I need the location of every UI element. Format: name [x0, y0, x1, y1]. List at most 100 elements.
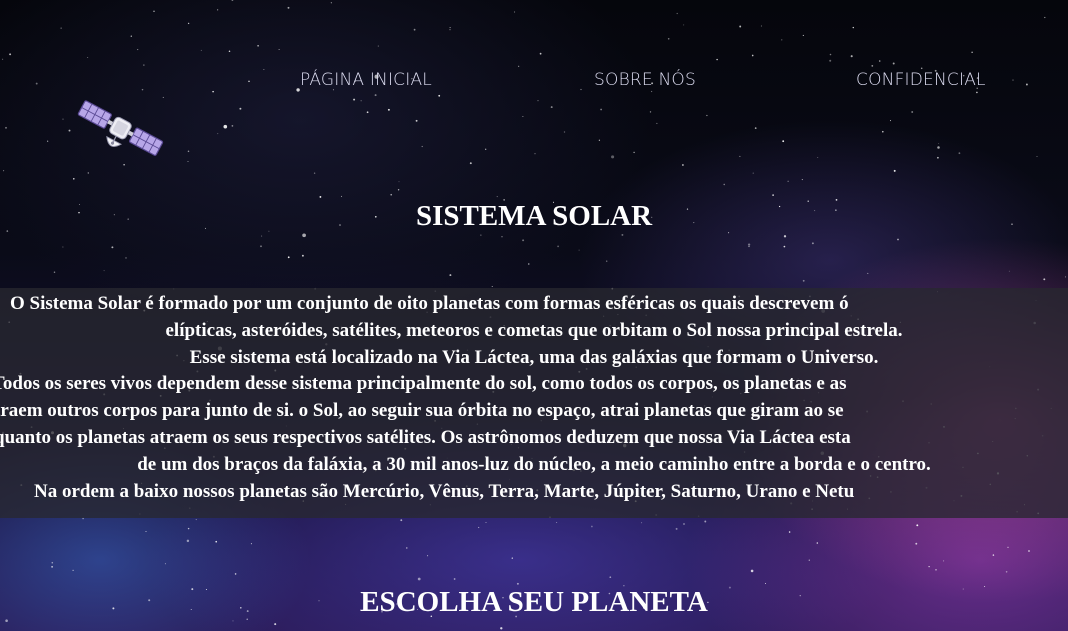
star: [397, 189, 400, 191]
star: [87, 172, 90, 174]
star: [449, 27, 451, 29]
star: [676, 12, 678, 15]
star: [2, 58, 4, 60]
star: [752, 172, 754, 174]
star: [387, 108, 390, 111]
intro-line: elípticas, asteróides, satélites, meteor…: [165, 320, 903, 341]
star: [330, 2, 332, 4]
star: [1008, 270, 1010, 272]
nav-link-about[interactable]: SOBRE NÓS: [594, 70, 696, 90]
star: [228, 50, 231, 52]
star: [1007, 546, 1009, 548]
star: [867, 272, 869, 274]
star: [62, 118, 64, 120]
star: [5, 619, 8, 622]
star: [302, 233, 306, 238]
star: [892, 62, 895, 65]
star: [360, 100, 362, 102]
satellite-logo[interactable]: [72, 98, 168, 160]
star: [398, 181, 400, 183]
star: [453, 578, 456, 580]
star: [287, 6, 290, 9]
star: [782, 140, 785, 143]
star: [788, 531, 791, 533]
star: [480, 234, 482, 236]
star: [621, 233, 624, 236]
star: [897, 238, 899, 241]
star: [514, 11, 516, 13]
star: [716, 58, 718, 61]
star: [811, 242, 814, 245]
star: [649, 111, 652, 113]
star: [748, 246, 750, 248]
star: [937, 146, 940, 149]
star: [5, 126, 7, 129]
star: [1043, 278, 1046, 281]
star: [600, 108, 602, 111]
star: [675, 527, 678, 530]
star: [852, 26, 854, 29]
nav-link-home[interactable]: PÁGINA INICIAL: [300, 70, 432, 90]
star: [765, 583, 766, 584]
star: [390, 193, 393, 196]
star: [164, 563, 166, 565]
intro-line: de um dos braços da faláxia, a 30 mil an…: [137, 454, 931, 475]
nav-link-confidential[interactable]: CONFIDENCIAL: [856, 70, 986, 90]
star: [215, 540, 217, 543]
star: [130, 35, 132, 37]
main-navigation: PÁGINA INICIAL SOBRE NÓS CONFIDENCIAL: [0, 70, 1068, 96]
star: [187, 527, 190, 530]
star: [516, 582, 519, 585]
star: [195, 519, 197, 521]
star: [522, 116, 524, 118]
star: [478, 526, 480, 529]
star: [496, 196, 498, 198]
star: [829, 59, 832, 62]
star: [217, 9, 219, 11]
star: [522, 239, 525, 242]
star: [313, 172, 316, 174]
star: [319, 195, 322, 198]
star: [239, 107, 242, 110]
star: [377, 45, 379, 47]
star: [915, 542, 918, 545]
star: [937, 156, 939, 159]
star: [421, 145, 423, 148]
star: [739, 155, 741, 157]
star: [1065, 276, 1067, 278]
page-title: SISTEMA SOLAR: [415, 200, 653, 232]
star: [802, 279, 805, 282]
star: [537, 99, 539, 102]
star: [772, 194, 774, 196]
star: [958, 152, 961, 155]
star: [485, 522, 487, 524]
star: [928, 565, 930, 568]
star: [534, 153, 536, 155]
star: [3, 170, 5, 172]
star: [123, 164, 125, 166]
star: [491, 286, 493, 287]
star: [500, 627, 503, 630]
star: [73, 178, 75, 180]
star: [111, 246, 114, 249]
star: [550, 106, 553, 109]
star: [62, 246, 64, 248]
star: [60, 27, 62, 29]
intro-line: traem outros corpos para junto de si. o …: [0, 400, 844, 421]
star: [353, 98, 356, 101]
star: [578, 249, 580, 251]
star: [186, 539, 190, 543]
intro-line: Esse sistema está localizado na Via Láct…: [189, 347, 879, 368]
star: [783, 245, 786, 248]
star: [609, 576, 612, 579]
star: [829, 53, 832, 56]
star: [871, 64, 874, 67]
star: [72, 569, 74, 572]
star: [406, 547, 408, 549]
star: [51, 565, 54, 568]
star: [563, 131, 566, 133]
star: [415, 119, 418, 122]
star: [747, 243, 751, 246]
star: [518, 65, 520, 67]
satellite-icon: [77, 100, 164, 156]
